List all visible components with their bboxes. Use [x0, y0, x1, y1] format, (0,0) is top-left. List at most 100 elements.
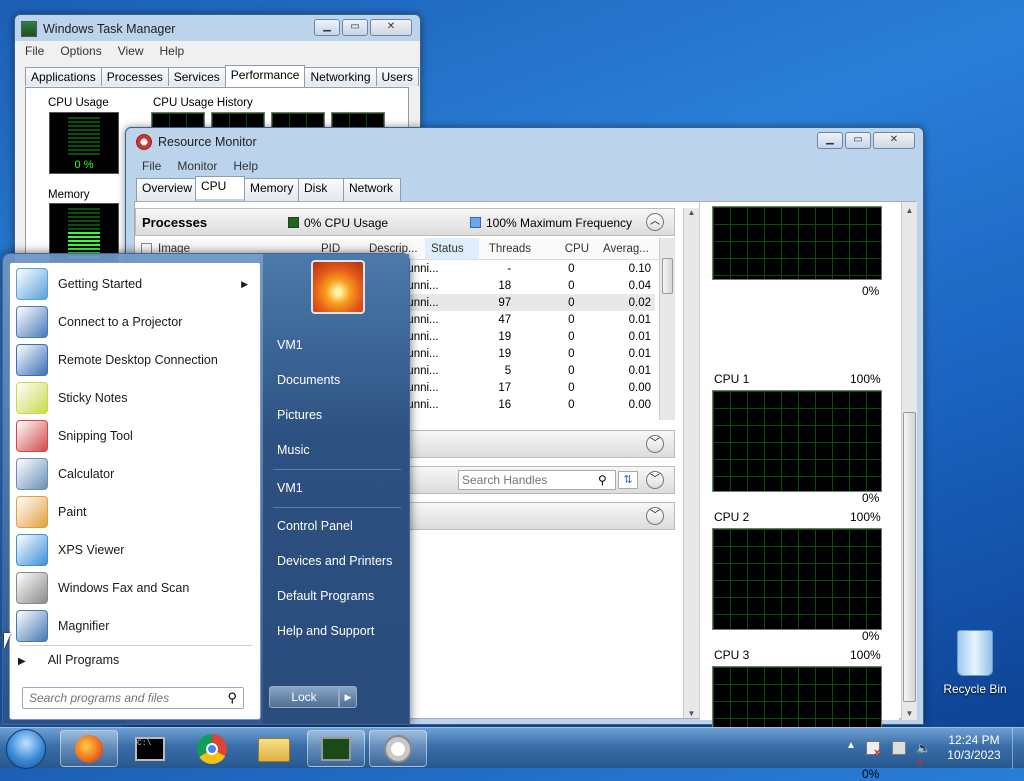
process-threads: 5 — [504, 364, 512, 377]
start-menu-link[interactable]: Devices and Printers — [277, 554, 392, 568]
start-menu-program[interactable]: Paint — [10, 493, 260, 531]
all-programs-button[interactable]: ▶ All Programs — [18, 653, 119, 667]
process-average-cpu: 0.02 — [628, 296, 651, 309]
start-menu-link[interactable]: VM1 — [277, 481, 303, 495]
menu-help[interactable]: Help — [160, 44, 185, 58]
program-label: Snipping Tool — [58, 429, 133, 443]
process-cpu: 0 — [568, 381, 575, 394]
process-row[interactable]: Runni... 16 0 0.00 — [395, 396, 655, 413]
menu-monitor[interactable]: Monitor — [177, 159, 217, 173]
shutdown-options-button[interactable]: ▶ — [339, 686, 357, 708]
column-threads[interactable]: Threads — [479, 243, 535, 255]
menu-options[interactable]: Options — [60, 44, 101, 58]
refresh-search-icon[interactable]: ⇅ — [618, 471, 638, 489]
start-menu-program[interactable]: Remote Desktop Connection — [10, 341, 260, 379]
process-row[interactable]: Runni... 97 0 0.02 — [395, 294, 655, 311]
minimize-button[interactable]: ▁ — [817, 132, 843, 149]
column-status[interactable]: Status — [425, 238, 479, 259]
start-menu-link[interactable]: Help and Support — [277, 624, 374, 638]
column-cpu[interactable]: CPU — [535, 243, 593, 255]
tab-disk[interactable]: Disk — [298, 178, 344, 201]
tab-overview[interactable]: Overview — [136, 178, 196, 201]
cpu-graph-max-label: 100% — [850, 372, 881, 386]
start-menu-link[interactable]: VM1 — [277, 338, 303, 352]
start-search-input[interactable] — [29, 688, 219, 708]
expand-handles-button[interactable]: ﹀ — [646, 471, 664, 489]
start-menu-link[interactable]: Control Panel — [277, 519, 353, 533]
process-row[interactable]: Runni... -0 0.10 — [395, 260, 655, 277]
main-scrollbar[interactable]: ▲ ▼ — [683, 208, 699, 718]
tab-cpu[interactable]: CPU — [195, 176, 245, 199]
expand-services-button[interactable]: ﹀ — [646, 435, 664, 453]
process-average-cpu: 0.00 — [628, 398, 651, 411]
maximize-button[interactable]: ▭ — [342, 19, 368, 36]
process-row[interactable]: Runni... 19 0 0.01 — [395, 345, 655, 362]
taskbar: C:\ ▲ ✕ 🔈✕ 12:24 PM 10/3/2023 — [0, 727, 1024, 769]
start-menu-link[interactable]: Documents — [277, 373, 340, 387]
taskbar-chrome[interactable] — [183, 730, 241, 767]
taskbar-resource-monitor[interactable] — [369, 730, 427, 767]
start-menu-program[interactable]: Connect to a Projector — [10, 303, 260, 341]
start-menu-link[interactable]: Default Programs — [277, 589, 374, 603]
all-programs-arrow-icon: ▶ — [18, 656, 26, 667]
start-menu-program[interactable]: Calculator — [10, 455, 260, 493]
column-average[interactable]: Averag... — [593, 243, 663, 255]
resource-monitor-titlebar[interactable]: Resource Monitor — [126, 128, 923, 156]
expand-modules-button[interactable]: ﹀ — [646, 507, 664, 525]
start-menu-program[interactable]: Getting Started ▶ — [10, 265, 260, 303]
tab-performance[interactable]: Performance — [224, 65, 306, 88]
clock-date: 10/3/2023 — [947, 748, 1001, 762]
start-menu-link[interactable]: Music — [277, 443, 310, 457]
start-menu-program[interactable]: XPS Viewer — [10, 531, 260, 569]
start-menu-program[interactable]: Magnifier — [10, 607, 260, 645]
start-menu-program[interactable]: Snipping Tool — [10, 417, 260, 455]
show-desktop-button[interactable] — [1012, 728, 1024, 769]
close-button[interactable]: ✕ — [873, 132, 915, 149]
start-orb[interactable] — [6, 729, 46, 769]
process-row[interactable]: Runni... 47 0 0.01 — [395, 311, 655, 328]
minimize-button[interactable]: ▁ — [314, 19, 340, 36]
processes-scrollbar[interactable] — [659, 238, 675, 420]
start-menu-link[interactable]: Pictures — [277, 408, 322, 422]
menu-file[interactable]: File — [142, 159, 161, 173]
tab-networking[interactable]: Networking — [304, 67, 377, 86]
maximize-button[interactable]: ▭ — [845, 132, 871, 149]
taskbar-file-explorer[interactable] — [245, 730, 303, 767]
graphs-scrollbar[interactable]: ▲ ▼ — [901, 202, 917, 720]
tab-services[interactable]: Services — [167, 67, 226, 86]
tab-memory[interactable]: Memory — [244, 178, 299, 201]
menu-help[interactable]: Help — [233, 159, 258, 173]
program-label: Sticky Notes — [58, 391, 128, 405]
process-row[interactable]: Runni... 17 0 0.00 — [395, 379, 655, 396]
start-menu-program[interactable]: Windows Fax and Scan — [10, 569, 260, 607]
processes-section-header[interactable]: Processes 0% CPU Usage 100% Maximum Freq… — [135, 208, 675, 236]
volume-muted-icon[interactable]: 🔈✕ — [916, 741, 931, 768]
search-icon[interactable]: ⚲ — [598, 473, 607, 487]
search-icon[interactable]: ⚲ — [227, 690, 237, 706]
taskbar-command-prompt[interactable]: C:\ — [121, 730, 179, 767]
menu-view[interactable]: View — [118, 44, 144, 58]
action-center-icon[interactable]: ✕ — [866, 741, 881, 759]
tab-users[interactable]: Users — [375, 67, 419, 86]
clock[interactable]: 12:24 PM 10/3/2023 — [944, 733, 1004, 763]
taskbar-task-manager[interactable] — [307, 730, 365, 767]
start-menu-program[interactable]: Sticky Notes — [10, 379, 260, 417]
tab-network[interactable]: Network — [343, 178, 401, 201]
network-icon[interactable] — [892, 741, 906, 755]
search-handles-input[interactable] — [458, 470, 616, 490]
process-row[interactable]: Runni... 18 0 0.04 — [395, 277, 655, 294]
recycle-bin[interactable]: Recycle Bin — [940, 630, 1010, 696]
start-search-box[interactable]: ⚲ — [22, 687, 244, 709]
process-row[interactable]: Runni... 19 0 0.01 — [395, 328, 655, 345]
cpu-usage-legend-swatch — [288, 217, 299, 228]
lock-button[interactable]: Lock — [269, 686, 339, 708]
process-row[interactable]: Runni... 5 0 0.01 — [395, 362, 655, 379]
tab-processes[interactable]: Processes — [100, 67, 169, 86]
show-hidden-icons-button[interactable]: ▲ — [846, 740, 856, 751]
taskbar-firefox[interactable] — [60, 730, 118, 767]
close-button[interactable]: ✕ — [370, 19, 412, 36]
menu-file[interactable]: File — [25, 44, 44, 58]
tab-applications[interactable]: Applications — [25, 67, 102, 86]
collapse-processes-button[interactable]: ︿ — [646, 213, 664, 231]
user-picture[interactable] — [311, 260, 365, 314]
